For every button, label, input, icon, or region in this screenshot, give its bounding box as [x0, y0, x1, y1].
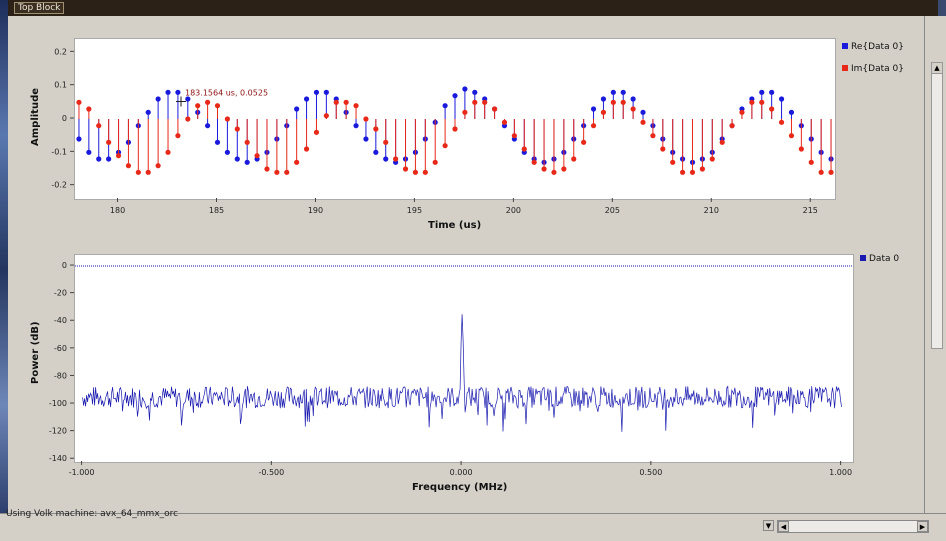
x-tick-label: 1.000	[829, 468, 852, 477]
scroll-right-arrow-icon[interactable]: ▶	[917, 521, 928, 532]
scroll-left-arrow-icon[interactable]: ◀	[778, 521, 789, 532]
x-tick-label: -1.000	[69, 468, 95, 477]
freq-plot-xlabel: Frequency (MHz)	[412, 482, 508, 493]
y-tick-label: -100	[49, 399, 67, 408]
x-tick-label: 0.500	[639, 468, 662, 477]
horizontal-scrollbar[interactable]: ◀ ▶	[777, 520, 929, 533]
vertical-scrollbar[interactable]: ▲	[931, 62, 943, 349]
y-tick-label: 0	[62, 261, 67, 270]
legend-data0-label: Data 0	[869, 254, 900, 264]
freq-plot-ylabel: Power (dB)	[30, 321, 41, 384]
y-tick-label: -20	[54, 289, 67, 298]
y-tick-label: -120	[49, 427, 67, 436]
y-tick-label: -60	[54, 344, 67, 353]
legend-data0-swatch	[860, 255, 866, 261]
y-tick-label: -40	[54, 316, 67, 325]
x-tick-label: -0.500	[258, 468, 284, 477]
scroll-up-arrow-icon[interactable]: ▲	[932, 63, 942, 74]
legend-data0[interactable]: Data 0	[860, 254, 899, 264]
y-tick-label: -80	[54, 371, 67, 380]
x-tick-label: 0.000	[450, 468, 473, 477]
scroll-down-button-icon[interactable]: ▼	[763, 520, 774, 531]
freq-plot-axes: 0 -20 -40 -60 -80 -100 -120 -140-1.000 -0.500 0.0…	[49, 261, 852, 477]
status-log-text: Using Volk machine: avx_64_mmx_orc	[6, 509, 179, 519]
y-tick-label: -140	[49, 454, 67, 463]
